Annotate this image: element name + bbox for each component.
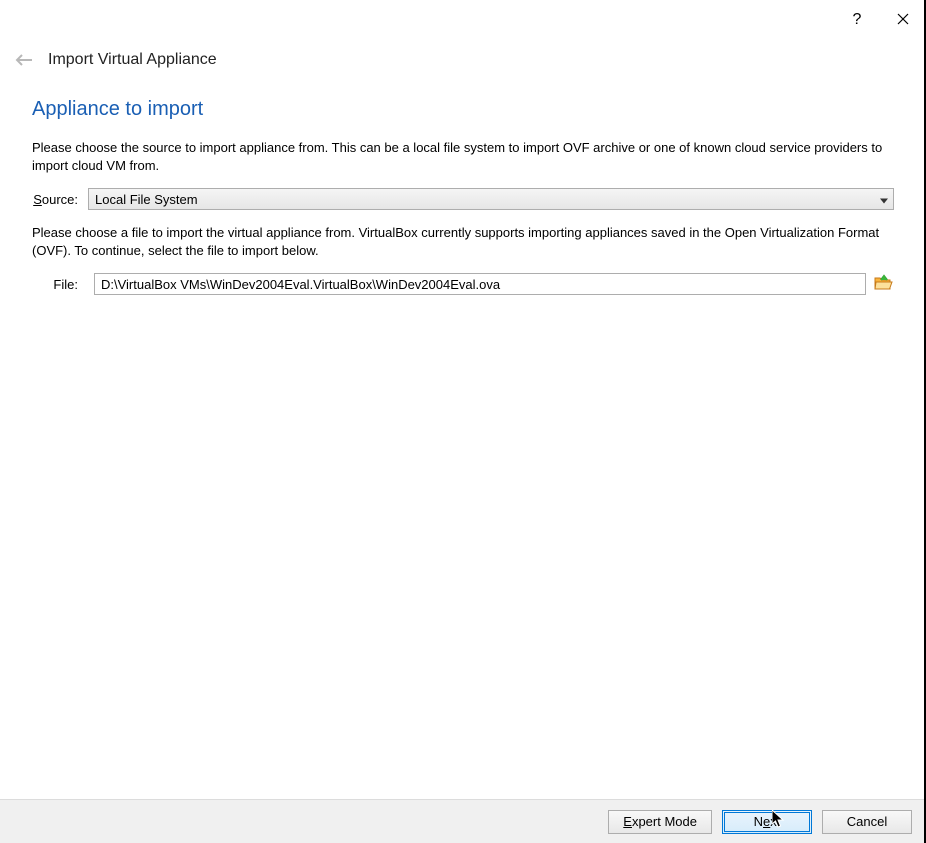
source-row: Source: Local File System xyxy=(32,188,894,210)
cancel-button[interactable]: Cancel xyxy=(822,810,912,834)
file-description: Please choose a file to import the virtu… xyxy=(32,224,894,259)
button-bar: Expert Mode Next Cancel xyxy=(0,799,926,843)
back-arrow-icon xyxy=(14,50,34,70)
titlebar: ? xyxy=(0,0,926,40)
wizard-header: Import Virtual Appliance xyxy=(0,40,926,88)
file-row: File: xyxy=(32,273,894,295)
close-icon xyxy=(897,13,909,28)
source-description: Please choose the source to import appli… xyxy=(32,139,894,174)
source-select[interactable]: Local File System xyxy=(88,188,894,210)
next-button[interactable]: Next xyxy=(722,810,812,834)
browse-file-button[interactable] xyxy=(872,273,894,295)
folder-open-icon xyxy=(873,274,893,295)
help-button[interactable]: ? xyxy=(834,0,880,40)
help-icon: ? xyxy=(853,11,862,29)
close-button[interactable] xyxy=(880,0,926,40)
expert-mode-button[interactable]: Expert Mode xyxy=(608,810,712,834)
source-select-value: Local File System xyxy=(95,192,198,207)
page-title: Import Virtual Appliance xyxy=(48,51,217,69)
file-label: File: xyxy=(32,277,88,292)
section-heading: Appliance to import xyxy=(32,98,894,121)
source-label: Source: xyxy=(32,192,88,207)
file-input[interactable] xyxy=(94,273,866,295)
content-area: Appliance to import Please choose the so… xyxy=(0,98,926,295)
